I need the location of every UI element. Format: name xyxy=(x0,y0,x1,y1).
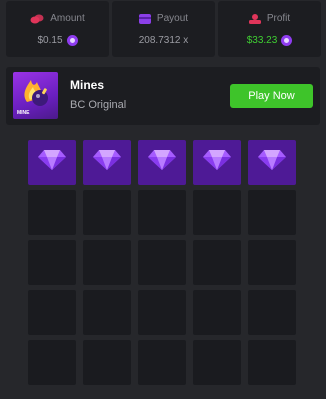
stats-bar: Amount $0.15 Payout 208.7312 x Profit $3… xyxy=(0,0,326,60)
tile-gem[interactable] xyxy=(193,140,241,185)
tile-hidden[interactable] xyxy=(193,190,241,235)
profit-stat: Profit $33.23 xyxy=(218,1,321,57)
play-now-button[interactable]: Play Now xyxy=(230,84,313,108)
tile-hidden[interactable] xyxy=(248,340,296,385)
gem-icon xyxy=(257,149,287,176)
coins-icon xyxy=(30,14,44,24)
tile-hidden[interactable] xyxy=(248,190,296,235)
tile-hidden[interactable] xyxy=(83,340,131,385)
tile-hidden[interactable] xyxy=(193,240,241,285)
tile-hidden[interactable] xyxy=(83,190,131,235)
tile-hidden[interactable] xyxy=(28,240,76,285)
tile-gem[interactable] xyxy=(138,140,186,185)
gem-icon xyxy=(92,149,122,176)
tile-hidden[interactable] xyxy=(248,290,296,335)
payout-stat: Payout 208.7312 x xyxy=(112,1,215,57)
amount-stat: Amount $0.15 xyxy=(6,1,109,57)
mines-board xyxy=(28,140,298,385)
tile-hidden[interactable] xyxy=(193,290,241,335)
currency-coin-icon xyxy=(281,35,293,46)
payout-label: Payout xyxy=(156,13,189,24)
gem-icon xyxy=(37,149,67,176)
game-card: MINE Mines BC Original Play Now xyxy=(6,67,320,125)
tile-hidden[interactable] xyxy=(193,340,241,385)
game-title: Mines xyxy=(70,78,105,92)
gem-icon xyxy=(147,149,177,176)
tile-hidden[interactable] xyxy=(248,240,296,285)
tile-hidden[interactable] xyxy=(138,340,186,385)
profit-label: Profit xyxy=(266,13,291,24)
tile-gem[interactable] xyxy=(248,140,296,185)
tile-hidden[interactable] xyxy=(138,290,186,335)
amount-value: $0.15 xyxy=(37,35,63,46)
tile-hidden[interactable] xyxy=(138,240,186,285)
thumbnail-label: MINE xyxy=(17,110,30,116)
game-subtitle: BC Original xyxy=(70,99,127,111)
tile-hidden[interactable] xyxy=(28,290,76,335)
amount-label: Amount xyxy=(50,13,85,24)
tile-hidden[interactable] xyxy=(83,240,131,285)
tile-gem[interactable] xyxy=(28,140,76,185)
tile-hidden[interactable] xyxy=(28,190,76,235)
tile-gem[interactable] xyxy=(83,140,131,185)
tile-hidden[interactable] xyxy=(83,290,131,335)
profit-value: $33.23 xyxy=(246,35,278,46)
payout-value: 208.7312 x xyxy=(138,35,189,46)
currency-coin-icon xyxy=(66,35,78,46)
gem-icon xyxy=(202,149,232,176)
profit-icon xyxy=(248,13,261,24)
mines-thumbnail[interactable]: MINE xyxy=(13,72,58,119)
tile-hidden[interactable] xyxy=(138,190,186,235)
wallet-icon xyxy=(138,13,151,24)
tile-hidden[interactable] xyxy=(28,340,76,385)
